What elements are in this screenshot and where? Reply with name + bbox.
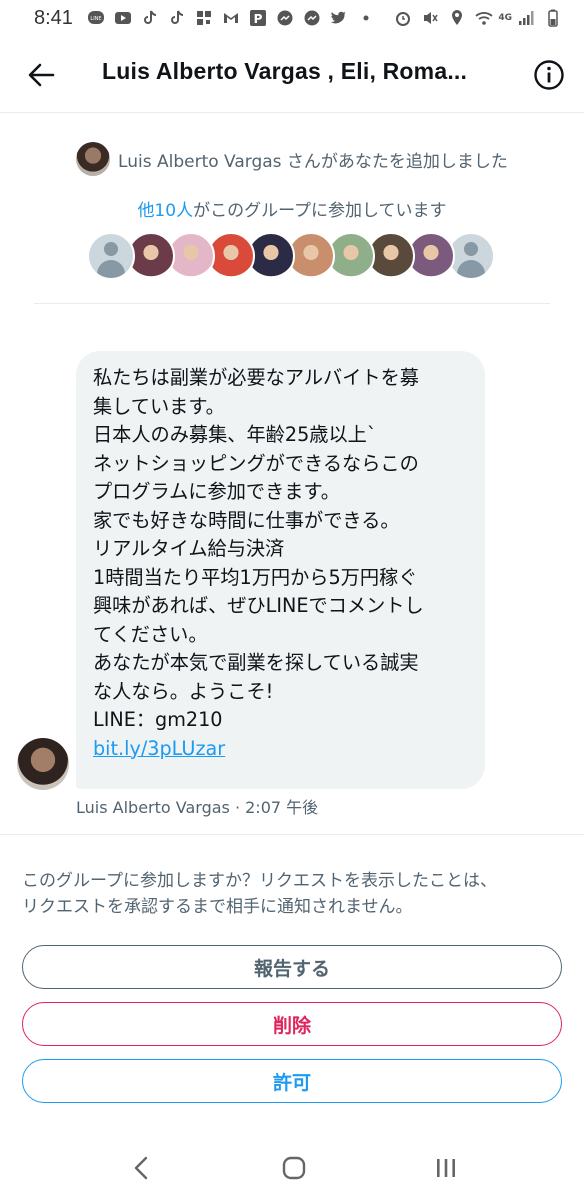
message-meta: Luis Alberto Vargas · 2:07 午後 xyxy=(76,794,318,818)
qr-icon xyxy=(196,11,211,25)
added-notice: Luis Alberto Vargas さんがあなたを追加しました xyxy=(0,142,584,176)
arrow-left-icon xyxy=(28,63,55,87)
request-notice-line: このグループに参加しますか？リクエストを表示したことは、 xyxy=(22,871,497,891)
group-info-divider xyxy=(34,303,550,304)
other-members-link[interactable]: 他10人 xyxy=(137,201,193,221)
message-line: あなたが本気で副業を探している誠実 xyxy=(93,651,419,674)
sender-name: Luis Alberto Vargas xyxy=(76,798,230,817)
messenger-icon xyxy=(277,10,293,26)
request-notice-line: リクエストを承認するまで相手に通知されません。 xyxy=(22,897,413,917)
message-line: リアルタイム給与決済 xyxy=(93,537,285,560)
header-divider xyxy=(0,112,584,113)
network-type: 4G xyxy=(498,13,512,23)
twitter-icon xyxy=(330,11,347,24)
message-line: 日本人のみ募集、年齢25歳以上` xyxy=(93,423,377,446)
message-line: な人なら。ようこそ! xyxy=(93,679,274,703)
accept-button[interactable]: 許可 xyxy=(22,1059,562,1103)
conversation-title: Luis Alberto Vargas , Eli, Roma... xyxy=(102,58,468,84)
added-notice-text: Luis Alberto Vargas さんがあなたを追加しました xyxy=(118,151,508,172)
wifi-icon xyxy=(475,12,493,25)
info-icon xyxy=(534,60,564,90)
parking-icon: P xyxy=(249,10,266,26)
message-line: プログラムに参加できます。 xyxy=(93,480,340,503)
message-line: 1時間当たり平均1万円から5万円稼ぐ xyxy=(93,565,418,589)
group-members-text: がこのグループに参加しています xyxy=(193,201,447,221)
default-avatar xyxy=(87,232,135,280)
nav-recent-apps-icon[interactable] xyxy=(432,1154,460,1182)
report-button[interactable]: 報告する xyxy=(22,945,562,989)
svg-text:LINE: LINE xyxy=(90,16,101,22)
back-button[interactable] xyxy=(24,58,58,92)
adder-avatar[interactable] xyxy=(76,142,111,176)
message-divider xyxy=(0,834,584,835)
nav-home-icon[interactable] xyxy=(280,1154,308,1182)
status-bar: 8:41 LINE P 4G xyxy=(0,0,584,36)
message-line: 興味があれば、ぜひLINEでコメントし xyxy=(93,594,424,617)
message-bubble[interactable]: 私たちは副業が必要なアルバイトを募 集しています。日本人のみ募集、年齢25歳以上`… xyxy=(76,351,485,789)
system-nav-bar xyxy=(0,1138,584,1200)
group-members-notice: 他10人がこのグループに参加しています xyxy=(0,196,584,221)
mute-icon xyxy=(424,12,438,24)
sender-avatar[interactable] xyxy=(17,738,69,790)
info-button[interactable] xyxy=(532,58,566,92)
message-line: LINE：gm210 xyxy=(93,708,223,731)
message-link[interactable]: bit.ly/3pLUzar xyxy=(93,737,225,760)
gmail-icon xyxy=(223,13,238,23)
line-icon: LINE xyxy=(87,11,104,24)
message-time: · 2:07 午後 xyxy=(229,798,319,817)
member-avatars[interactable] xyxy=(87,232,495,280)
tiktok-icon xyxy=(143,10,157,24)
message-line: 家でも好きな時間に仕事ができる。 xyxy=(93,508,400,532)
request-notice: このグループに参加しますか？リクエストを表示したことは、 リクエストを承認するま… xyxy=(22,868,562,920)
signal-icon xyxy=(519,11,534,25)
delete-button[interactable]: 削除 xyxy=(22,1002,562,1046)
location-icon xyxy=(452,10,463,25)
battery-icon xyxy=(548,9,558,27)
youtube-icon xyxy=(114,12,131,24)
message-text: 私たちは副業が必要なアルバイトを募 集しています。日本人のみ募集、年齢25歳以上`… xyxy=(93,364,471,735)
notification-icons: LINE P xyxy=(87,9,375,27)
message-line: てください。 xyxy=(93,622,208,646)
dot-icon xyxy=(363,15,369,21)
nav-back-icon[interactable] xyxy=(128,1154,156,1182)
messenger-icon xyxy=(304,10,320,26)
conversation-header: Luis Alberto Vargas , Eli, Roma... xyxy=(0,44,584,108)
message-line: ネットショッピングができるならこの xyxy=(93,451,419,475)
message-line: 集しています。 xyxy=(93,394,225,418)
tiktok-icon xyxy=(170,10,184,24)
status-time: 8:41 xyxy=(34,6,73,29)
svg-text:P: P xyxy=(254,12,263,26)
alarm-icon xyxy=(396,12,411,26)
system-icons: 4G xyxy=(394,9,562,27)
message-line: 私たちは副業が必要なアルバイトを募 xyxy=(93,366,419,389)
